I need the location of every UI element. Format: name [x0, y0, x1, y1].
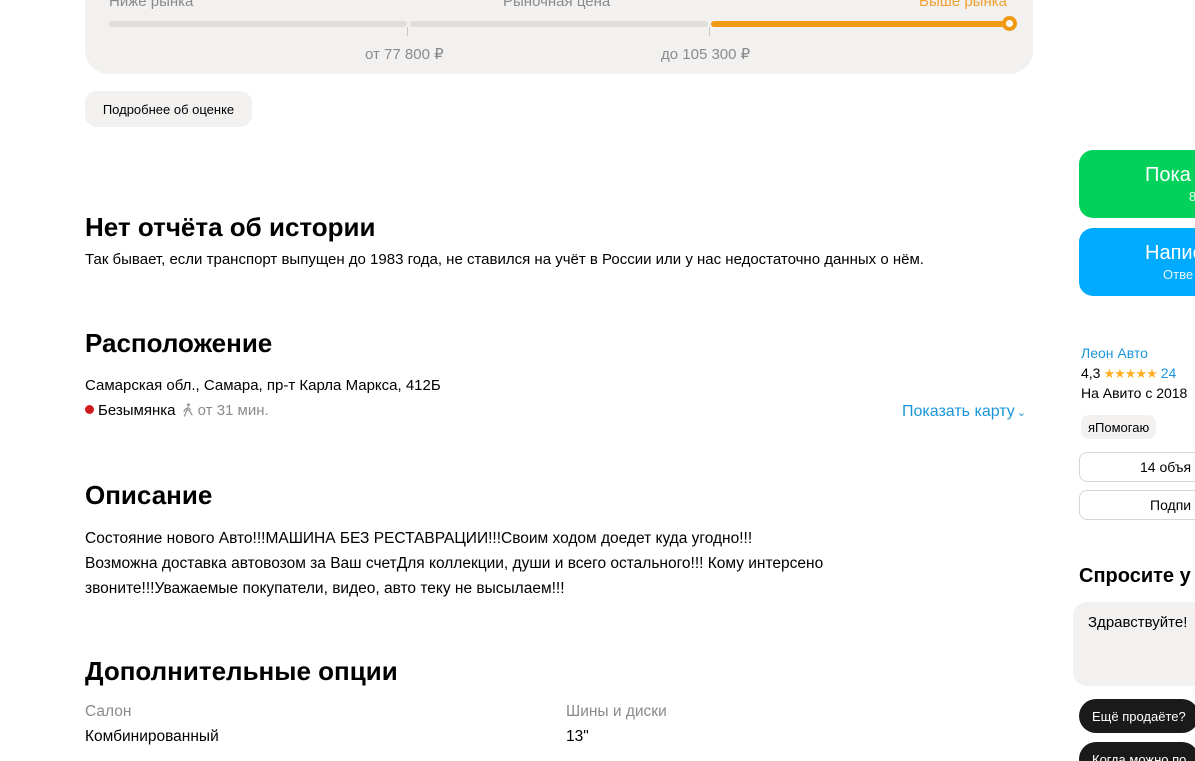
tick-from: [407, 27, 408, 36]
market-price-segment: [410, 21, 708, 27]
show-map-label: Показать карту: [902, 403, 1015, 420]
description-title: Описание: [85, 480, 213, 510]
metro-line-dot: [85, 405, 94, 414]
option-value: Комбинированный: [85, 728, 219, 745]
seller-since: На Авито с 2018: [1081, 385, 1188, 401]
quick-question-chip[interactable]: Ещё продаёте?: [1079, 699, 1195, 733]
description-text: Состояние нового Авто!!!МАШИНА БЕЗ РЕСТА…: [85, 530, 824, 597]
chevron-down-icon: ⌄: [1016, 407, 1026, 419]
seller-name-link[interactable]: Леон Авто: [1081, 345, 1148, 361]
show-map-link[interactable]: Показать карту ⌄: [902, 403, 1026, 421]
show-phone-button[interactable]: Пока 8: [1079, 150, 1195, 218]
walk-time: от 31 мин.: [197, 402, 269, 419]
tick-to: [709, 27, 710, 36]
rating-stars-icon: ★★★★★: [1103, 366, 1157, 381]
above-market-segment: [711, 21, 1011, 27]
subscribe-button[interactable]: Подпи: [1079, 490, 1195, 520]
walking-icon: [182, 403, 193, 417]
below-market-segment: [109, 21, 407, 27]
show-phone-title: Пока: [1145, 164, 1191, 186]
option-label: Шины и диски: [566, 703, 667, 720]
option-value: 13": [566, 728, 589, 745]
price-position-marker: [1002, 16, 1017, 31]
seller-badge: яПомогаю: [1081, 415, 1157, 439]
below-market-label: Ниже рынка: [109, 0, 194, 10]
estimate-details-button[interactable]: Подробнее об оценке: [85, 91, 252, 127]
rating-value: 4,3: [1081, 365, 1101, 381]
show-phone-subtitle: 8: [1189, 189, 1195, 204]
price-to-label: до 105 300 ₽: [661, 46, 751, 63]
address-text: Самарская обл., Самара, пр-т Карла Маркс…: [85, 377, 441, 394]
history-text: Так бывает, если транспорт выпущен до 19…: [85, 251, 924, 268]
rating-count-link[interactable]: 24: [1161, 365, 1177, 381]
option-label: Салон: [85, 703, 132, 720]
metro-info: Безымянка от 31 мин.: [85, 402, 269, 419]
write-message-title: Напис: [1145, 242, 1195, 264]
ask-seller-title: Спросите у: [1079, 565, 1191, 587]
metro-station: Безымянка: [98, 402, 176, 419]
seller-ads-button[interactable]: 14 объя: [1079, 452, 1195, 482]
write-message-button[interactable]: Напис Отве: [1079, 228, 1195, 296]
quick-question-chip[interactable]: Когда можно по: [1079, 742, 1195, 761]
write-message-subtitle: Отве: [1163, 267, 1194, 282]
market-price-label: Рыночная цена: [503, 0, 611, 10]
price-estimate-card: Ниже рынка Рыночная цена Выше рынка от 7…: [85, 0, 1033, 74]
seller-rating: 4,3 ★★★★★ 24: [1081, 365, 1176, 382]
message-input[interactable]: Здравствуйте!: [1073, 602, 1195, 686]
options-title: Дополнительные опции: [85, 656, 398, 686]
location-title: Расположение: [85, 328, 273, 358]
history-title: Нет отчёта об истории: [85, 212, 376, 242]
above-market-label: Выше рынка: [919, 0, 1007, 10]
price-from-label: от 77 800 ₽: [365, 46, 444, 63]
